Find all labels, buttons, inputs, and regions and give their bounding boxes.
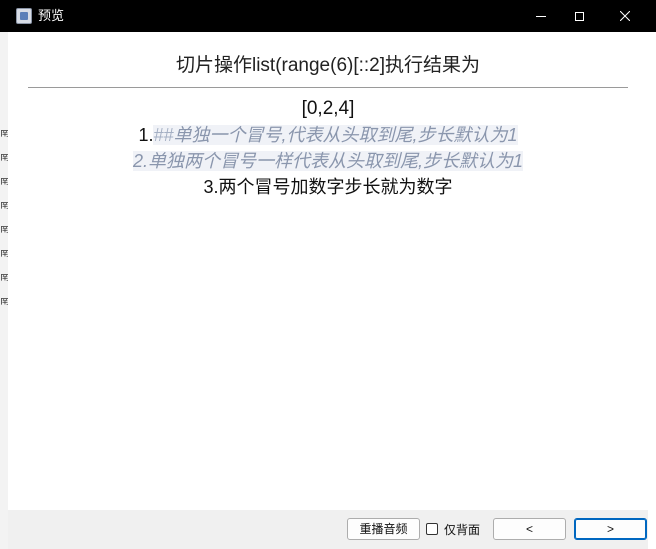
- question-heading: 切片操作list(range(6)[::2]执行结果为: [175, 55, 481, 76]
- explanation-line-1-number: 1.: [138, 125, 154, 145]
- explanation-line-1-highlight: ##单独一个冒号,代表从头取到尾,步长默认为1: [153, 125, 518, 145]
- background-glyph: 南: [0, 298, 8, 306]
- background-window-edge: 南 南 南 南 南 南 南 南: [0, 32, 8, 549]
- explanation-line-2: 2.单独两个冒号一样代表从头取到尾,步长默认为1: [8, 149, 648, 173]
- card-preview-area: 切片操作list(range(6)[::2]执行结果为 [0,2,4] 1.##…: [8, 32, 648, 510]
- back-only-toggle[interactable]: 仅背面: [426, 520, 480, 538]
- back-only-checkbox[interactable]: [426, 523, 438, 535]
- background-glyph: 南: [0, 274, 8, 282]
- bottom-toolbar: 重播音频 仅背面 < >: [8, 510, 648, 549]
- background-glyph: 南: [0, 202, 8, 210]
- maximize-button[interactable]: [556, 0, 602, 32]
- background-glyph: 南: [0, 178, 8, 186]
- close-button[interactable]: [602, 0, 648, 32]
- explanation-line-1: 1.##单独一个冒号,代表从头取到尾,步长默认为1: [8, 123, 648, 147]
- next-button[interactable]: >: [574, 518, 647, 540]
- background-glyph: 南: [0, 226, 8, 234]
- answer-result: [0,2,4]: [301, 98, 355, 119]
- background-glyph: 南: [0, 250, 8, 258]
- explanation-line-2-text: 2.单独两个冒号一样代表从头取到尾,步长默认为1: [132, 151, 524, 171]
- minimize-icon: [536, 15, 546, 17]
- replay-audio-button[interactable]: 重播音频: [347, 518, 420, 540]
- question-answer-divider: [28, 87, 628, 88]
- explanation-line-3: 3.两个冒号加数字步长就为数字: [8, 175, 648, 199]
- app-icon: [16, 8, 32, 24]
- background-glyph: 南: [0, 130, 8, 138]
- back-only-label[interactable]: 仅背面: [444, 521, 480, 538]
- window-title: 预览: [38, 8, 65, 23]
- explanation-line-1-hash: ##: [153, 125, 174, 145]
- background-glyph: 南: [0, 154, 8, 162]
- explanation-line-3-text: 3.两个冒号加数字步长就为数字: [203, 177, 453, 197]
- preview-window: 南 南 南 南 南 南 南 南 预览 切片操作list(range(6)[::2…: [0, 0, 656, 549]
- explanation-line-1-text: 单独一个冒号,代表从头取到尾,步长默认为1: [173, 125, 518, 145]
- window-right-frame: [648, 32, 656, 549]
- maximize-icon: [574, 11, 584, 21]
- previous-button[interactable]: <: [493, 518, 566, 540]
- title-bar[interactable]: 预览: [0, 0, 656, 32]
- close-icon: [620, 11, 630, 21]
